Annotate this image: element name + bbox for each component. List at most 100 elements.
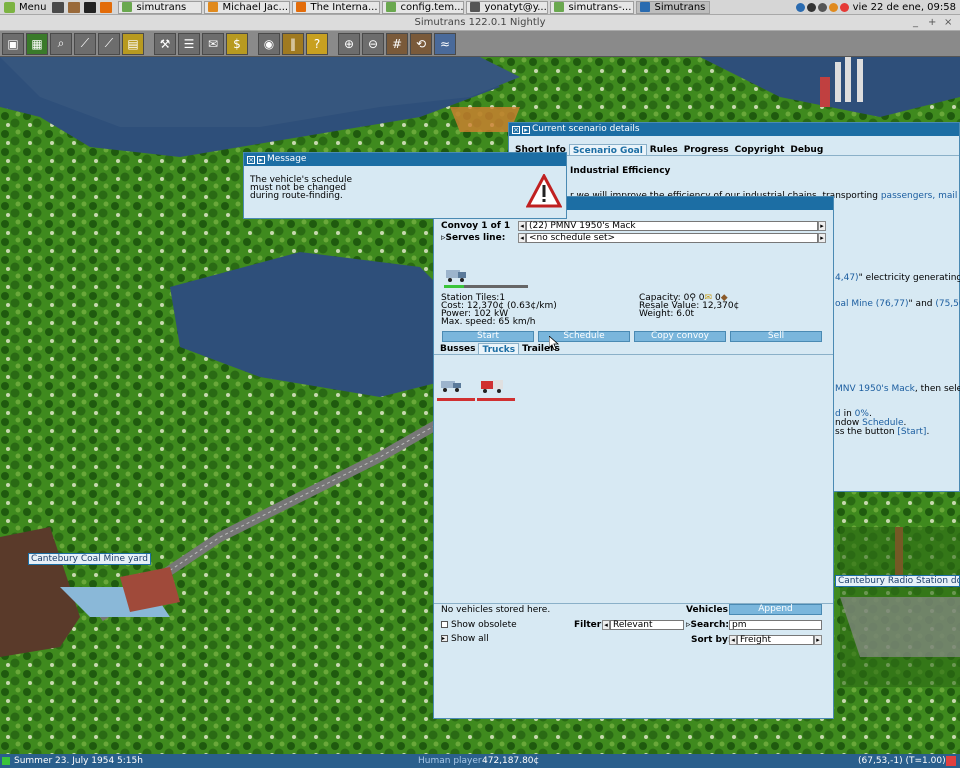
- scenario-line-2: 4,47)" electricity generating: [835, 273, 960, 283]
- show-obsolete-row[interactable]: Show obsolete: [441, 620, 517, 630]
- maximize-button[interactable]: +: [928, 15, 936, 31]
- shield-icon[interactable]: [806, 2, 816, 12]
- line-selector[interactable]: <no schedule set>: [526, 233, 818, 243]
- finance-icon[interactable]: $: [226, 32, 248, 55]
- coal-mine-label[interactable]: Cantebury Coal Mine yard: [28, 553, 152, 565]
- crane-icon[interactable]: ⚒: [154, 32, 176, 55]
- rail-tools-icon[interactable]: ⟋: [98, 32, 120, 55]
- mouse-cursor-icon: [549, 336, 559, 350]
- files-icon[interactable]: [68, 1, 81, 13]
- list-icon[interactable]: ☰: [178, 32, 200, 55]
- road-tools-icon[interactable]: ⟋: [74, 32, 96, 55]
- taskbar-task[interactable]: simutrans-...: [550, 0, 635, 14]
- passengers-link[interactable]: passengers: [881, 191, 933, 201]
- sell-button[interactable]: Sell: [730, 331, 822, 342]
- line-prev-button[interactable]: ◂: [518, 233, 526, 243]
- convoy-next-button[interactable]: ▸: [818, 221, 826, 231]
- no-vehicles-text: No vehicles stored here.: [441, 605, 551, 615]
- convoy-bar: [444, 285, 528, 288]
- vlc-icon[interactable]: [828, 2, 838, 12]
- close-button[interactable]: ×: [944, 15, 952, 31]
- tab-trucks[interactable]: Trucks: [478, 343, 520, 355]
- sort-selector[interactable]: Freight: [737, 635, 814, 645]
- map-icon[interactable]: ▦: [26, 32, 48, 55]
- taskbar-task[interactable]: The Interna...: [292, 0, 381, 14]
- append-button[interactable]: Append: [729, 604, 822, 615]
- vehicle-slot-2[interactable]: [477, 377, 515, 401]
- mailbox-icon[interactable]: ✉: [202, 32, 224, 55]
- task-list: simutrans Michael Jac... The Interna... con…: [117, 0, 711, 14]
- tab-busses[interactable]: Busses: [437, 343, 478, 354]
- media-play-icon[interactable]: [839, 2, 849, 12]
- scenario-pin-icon[interactable]: ▸: [522, 125, 530, 134]
- depot-window: Convoy 1 of 1 ◂ (22) PMNV 1950's Mack ▸ …: [433, 196, 834, 719]
- grid-icon[interactable]: #: [386, 32, 408, 55]
- sort-next-button[interactable]: ▸: [814, 635, 822, 645]
- firefox-icon[interactable]: [100, 1, 113, 13]
- tab-progress[interactable]: Progress: [681, 144, 732, 155]
- taskbar-task-label: Michael Jac...: [222, 1, 289, 13]
- convoy-selector[interactable]: (22) PMNV 1950's Mack: [526, 221, 818, 231]
- coords-link-1[interactable]: 4,47): [835, 273, 859, 283]
- network-icon[interactable]: [795, 2, 805, 12]
- zoom-out-icon[interactable]: ⊖: [362, 32, 384, 55]
- message-titlebar: × ▸ Message: [244, 153, 566, 166]
- coords-link-2[interactable]: (75,50: [935, 299, 960, 309]
- player-money: 472,187.80¢: [482, 756, 540, 766]
- vehicle-link[interactable]: MNV 1950's Mack: [835, 384, 915, 394]
- show-obsolete-checkbox: [441, 621, 448, 628]
- rotate-icon[interactable]: ⟲: [410, 32, 432, 55]
- message-close-icon[interactable]: ×: [247, 155, 255, 164]
- vehicle-type-tabs: Busses Trucks Trailers: [434, 343, 833, 355]
- query-tool-icon[interactable]: ⌕: [50, 32, 72, 55]
- minimize-button[interactable]: _: [913, 15, 918, 31]
- taskbar-task[interactable]: config.tem...: [382, 0, 465, 14]
- camera-icon[interactable]: ◉: [258, 32, 280, 55]
- window-title: Simutrans 122.0.1 Nightly: [414, 17, 546, 28]
- os-menu-button[interactable]: Menu: [0, 0, 50, 15]
- tab-debug[interactable]: Debug: [787, 144, 826, 155]
- show-all-row[interactable]: ▸ Show all: [441, 634, 489, 644]
- tab-scenario-goal[interactable]: Scenario Goal: [568, 144, 647, 156]
- radio-station-label[interactable]: Cantebury Radio Station doc: [835, 575, 960, 587]
- tab-copyright[interactable]: Copyright: [732, 144, 788, 155]
- convoy-prev-button[interactable]: ◂: [518, 221, 526, 231]
- underground-icon[interactable]: ≈: [434, 32, 456, 55]
- zoom-in-icon[interactable]: ⊕: [338, 32, 360, 55]
- truck-red-icon: [481, 380, 503, 393]
- filter-selector[interactable]: Relevant: [610, 620, 684, 630]
- truck-preview-icon: [446, 270, 466, 282]
- line-next-button[interactable]: ▸: [818, 233, 826, 243]
- start-button[interactable]: Start: [442, 331, 534, 342]
- taskbar-task[interactable]: Simutrans 1...: [636, 0, 711, 14]
- terminal-icon[interactable]: [84, 1, 97, 13]
- search-input[interactable]: pm: [729, 620, 822, 630]
- sort-prev-button[interactable]: ◂: [729, 635, 737, 645]
- scenario-title: Current scenario details: [532, 124, 640, 134]
- window-titlebar: Simutrans 122.0.1 Nightly _ + ×: [0, 15, 960, 31]
- save-icon[interactable]: ▣: [2, 32, 24, 55]
- mint-logo-icon: [4, 1, 15, 13]
- scenario-close-icon[interactable]: ×: [512, 125, 520, 134]
- app-icon: [386, 2, 397, 12]
- taskbar-task[interactable]: Michael Jac...: [204, 0, 291, 14]
- taskbar-task-label: yonatyt@y...: [484, 1, 547, 13]
- show-desktop-icon[interactable]: [52, 1, 65, 13]
- taskbar-task[interactable]: simutrans: [118, 0, 203, 14]
- copy-convoy-button[interactable]: Copy convoy: [634, 331, 726, 342]
- clock[interactable]: vie 22 de ene, 09:58: [853, 2, 956, 13]
- coal-mine-link[interactable]: oal Mine (76,77): [835, 299, 909, 309]
- app-icon: [208, 2, 219, 12]
- help-icon[interactable]: ?: [306, 32, 328, 55]
- vehicle-slot-1[interactable]: [437, 377, 475, 401]
- start-link[interactable]: [Start]: [897, 427, 926, 437]
- message-pin-icon[interactable]: ▸: [257, 155, 265, 164]
- filter-prev-button[interactable]: ◂: [602, 620, 610, 630]
- app-icon: [470, 2, 481, 12]
- tab-rules[interactable]: Rules: [647, 144, 681, 155]
- taskbar-task[interactable]: yonatyt@y...: [466, 0, 549, 14]
- pause-icon[interactable]: ‖: [282, 32, 304, 55]
- audio-icon[interactable]: [817, 2, 827, 12]
- scenario-line-3: oal Mine (76,77)" and (75,50: [835, 299, 960, 309]
- industry-tools-icon[interactable]: ▤: [122, 32, 144, 55]
